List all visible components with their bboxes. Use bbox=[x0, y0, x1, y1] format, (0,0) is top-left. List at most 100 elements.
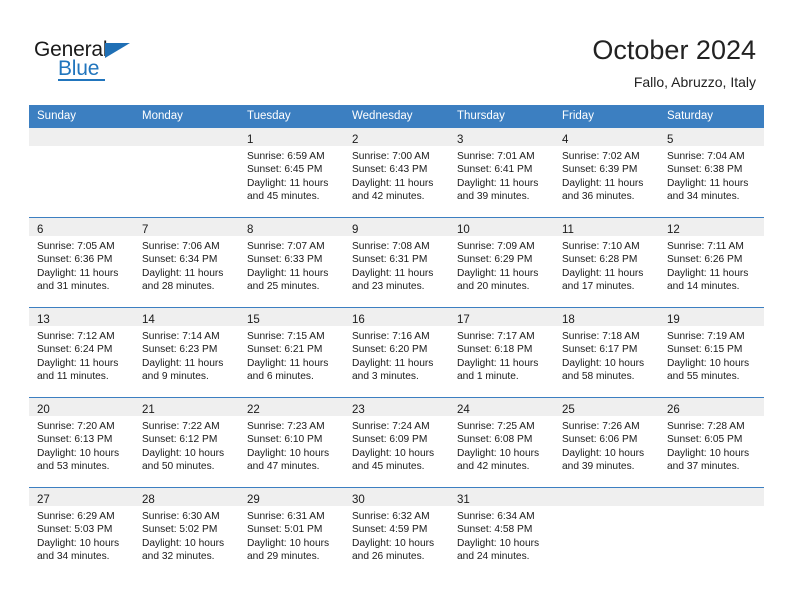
calendar-day-cell[interactable]: 28 Sunrise: 6:30 AM Sunset: 5:02 PM Dayligh… bbox=[134, 487, 239, 577]
day-number-band: 1 bbox=[239, 128, 344, 146]
calendar-day-cell[interactable]: 15 Sunrise: 7:15 AM Sunset: 6:21 PM Dayligh… bbox=[239, 307, 344, 398]
calendar-day-cell[interactable]: 8 Sunrise: 7:07 AM Sunset: 6:33 PM Daylight… bbox=[239, 217, 344, 308]
daylight-duration: Daylight: 11 hours and 11 minutes. bbox=[37, 357, 119, 383]
calendar-day-cell[interactable]: 2 Sunrise: 7:00 AM Sunset: 6:43 PM Daylight… bbox=[344, 128, 449, 218]
sunset-time: Sunset: 6:21 PM bbox=[247, 344, 323, 356]
calendar-day-cell[interactable]: 24 Sunrise: 7:25 AM Sunset: 6:08 PM Dayligh… bbox=[449, 397, 554, 488]
calendar-day-cell[interactable]: 1 Sunrise: 6:59 AM Sunset: 6:45 PM Daylight… bbox=[239, 128, 344, 218]
weekday-header-monday: Monday bbox=[134, 105, 239, 128]
day-sun-details: Sunrise: 7:05 AM Sunset: 6:36 PM Daylight:… bbox=[29, 236, 134, 294]
day-number: 2 bbox=[352, 134, 359, 146]
calendar-day-cell[interactable]: 30 Sunrise: 6:32 AM Sunset: 4:59 PM Dayligh… bbox=[344, 487, 449, 577]
calendar-day-cell[interactable]: 27 Sunrise: 6:29 AM Sunset: 5:03 PM Dayligh… bbox=[29, 487, 134, 577]
day-cell-inner: 31 Sunrise: 6:34 AM Sunset: 4:58 PM Dayligh… bbox=[449, 488, 554, 577]
calendar-day-cell[interactable]: 13 Sunrise: 7:12 AM Sunset: 6:24 PM Dayligh… bbox=[29, 307, 134, 398]
day-number-band: 6 bbox=[29, 218, 134, 236]
calendar-day-cell[interactable]: 23 Sunrise: 7:24 AM Sunset: 6:09 PM Dayligh… bbox=[344, 397, 449, 488]
calendar-day-cell[interactable]: 22 Sunrise: 7:23 AM Sunset: 6:10 PM Dayligh… bbox=[239, 397, 344, 488]
sunset-time: Sunset: 6:09 PM bbox=[352, 434, 428, 446]
calendar-day-cell[interactable]: 29 Sunrise: 6:31 AM Sunset: 5:01 PM Dayligh… bbox=[239, 487, 344, 577]
weekday-header-wednesday: Wednesday bbox=[344, 105, 449, 128]
sunset-time: Sunset: 6:38 PM bbox=[667, 164, 743, 176]
calendar-day-cell[interactable]: 21 Sunrise: 7:22 AM Sunset: 6:12 PM Dayligh… bbox=[134, 397, 239, 488]
sunrise-time: Sunrise: 7:26 AM bbox=[562, 421, 640, 432]
general-blue-logo[interactable]: General Blue bbox=[34, 38, 164, 88]
day-number-band bbox=[554, 488, 659, 506]
day-number-band: 18 bbox=[554, 308, 659, 326]
sunset-time: Sunset: 6:41 PM bbox=[457, 164, 533, 176]
day-cell-inner bbox=[29, 128, 134, 217]
sunrise-time: Sunrise: 7:01 AM bbox=[457, 151, 535, 162]
day-sun-details: Sunrise: 7:18 AM Sunset: 6:17 PM Daylight:… bbox=[554, 326, 659, 384]
day-number: 17 bbox=[457, 314, 470, 326]
weekday-header-row: Sunday Monday Tuesday Wednesday Thursday… bbox=[29, 105, 764, 128]
calendar-day-cell[interactable]: 18 Sunrise: 7:18 AM Sunset: 6:17 PM Dayligh… bbox=[554, 307, 659, 398]
day-cell-inner: 22 Sunrise: 7:23 AM Sunset: 6:10 PM Dayligh… bbox=[239, 398, 344, 487]
sunrise-time: Sunrise: 7:14 AM bbox=[142, 331, 220, 342]
day-sun-details: Sunrise: 6:29 AM Sunset: 5:03 PM Daylight:… bbox=[29, 506, 134, 564]
day-sun-details: Sunrise: 7:26 AM Sunset: 6:06 PM Daylight:… bbox=[554, 416, 659, 474]
day-number-band: 5 bbox=[659, 128, 764, 146]
day-cell-inner: 4 Sunrise: 7:02 AM Sunset: 6:39 PM Daylight… bbox=[554, 128, 659, 217]
day-number-band: 4 bbox=[554, 128, 659, 146]
day-sun-details: Sunrise: 7:25 AM Sunset: 6:08 PM Daylight:… bbox=[449, 416, 554, 474]
calendar-day-cell[interactable]: 17 Sunrise: 7:17 AM Sunset: 6:18 PM Dayligh… bbox=[449, 307, 554, 398]
sunset-time: Sunset: 4:59 PM bbox=[352, 524, 428, 536]
day-cell-inner: 16 Sunrise: 7:16 AM Sunset: 6:20 PM Dayligh… bbox=[344, 308, 449, 397]
page-subtitle-location: Fallo, Abruzzo, Italy bbox=[633, 74, 756, 90]
sunrise-time: Sunrise: 7:05 AM bbox=[37, 241, 115, 252]
daylight-duration: Daylight: 11 hours and 34 minutes. bbox=[667, 177, 749, 203]
day-number-band bbox=[29, 128, 134, 146]
calendar-day-cell-empty bbox=[554, 487, 659, 577]
page-title: October 2024 bbox=[592, 35, 756, 65]
calendar-day-cell[interactable]: 12 Sunrise: 7:11 AM Sunset: 6:26 PM Dayligh… bbox=[659, 217, 764, 308]
day-number: 3 bbox=[457, 134, 464, 146]
daylight-duration: Daylight: 10 hours and 55 minutes. bbox=[667, 357, 750, 383]
calendar-day-cell[interactable]: 26 Sunrise: 7:28 AM Sunset: 6:05 PM Dayligh… bbox=[659, 397, 764, 488]
day-number: 29 bbox=[247, 494, 260, 506]
day-sun-details: Sunrise: 7:10 AM Sunset: 6:28 PM Daylight:… bbox=[554, 236, 659, 294]
daylight-duration: Daylight: 11 hours and 1 minute. bbox=[457, 357, 539, 383]
calendar-day-cell[interactable]: 4 Sunrise: 7:02 AM Sunset: 6:39 PM Daylight… bbox=[554, 128, 659, 218]
calendar-day-cell[interactable]: 3 Sunrise: 7:01 AM Sunset: 6:41 PM Daylight… bbox=[449, 128, 554, 218]
sunrise-time: Sunrise: 7:17 AM bbox=[457, 331, 535, 342]
sunrise-time: Sunrise: 7:15 AM bbox=[247, 331, 325, 342]
day-number-band: 12 bbox=[659, 218, 764, 236]
day-sun-details: Sunrise: 6:31 AM Sunset: 5:01 PM Daylight:… bbox=[239, 506, 344, 564]
calendar-day-cell[interactable]: 20 Sunrise: 7:20 AM Sunset: 6:13 PM Dayligh… bbox=[29, 397, 134, 488]
day-cell-inner: 3 Sunrise: 7:01 AM Sunset: 6:41 PM Daylight… bbox=[449, 128, 554, 217]
day-cell-inner: 2 Sunrise: 7:00 AM Sunset: 6:43 PM Daylight… bbox=[344, 128, 449, 217]
day-number-band: 25 bbox=[554, 398, 659, 416]
sunrise-time: Sunrise: 7:06 AM bbox=[142, 241, 220, 252]
calendar-day-cell[interactable]: 6 Sunrise: 7:05 AM Sunset: 6:36 PM Daylight… bbox=[29, 217, 134, 308]
title-block: October 2024 Fallo, Abruzzo, Italy bbox=[592, 34, 756, 92]
calendar-day-cell[interactable]: 7 Sunrise: 7:06 AM Sunset: 6:34 PM Daylight… bbox=[134, 217, 239, 308]
day-number: 4 bbox=[562, 134, 569, 146]
daylight-duration: Daylight: 11 hours and 14 minutes. bbox=[667, 267, 749, 293]
calendar-day-cell[interactable]: 25 Sunrise: 7:26 AM Sunset: 6:06 PM Dayligh… bbox=[554, 397, 659, 488]
calendar-day-cell[interactable]: 16 Sunrise: 7:16 AM Sunset: 6:20 PM Dayligh… bbox=[344, 307, 449, 398]
calendar-day-cell[interactable]: 14 Sunrise: 7:14 AM Sunset: 6:23 PM Dayligh… bbox=[134, 307, 239, 398]
daylight-duration: Daylight: 10 hours and 29 minutes. bbox=[247, 537, 330, 563]
calendar-day-cell[interactable]: 9 Sunrise: 7:08 AM Sunset: 6:31 PM Daylight… bbox=[344, 217, 449, 308]
daylight-duration: Daylight: 11 hours and 9 minutes. bbox=[142, 357, 224, 383]
day-number: 16 bbox=[352, 314, 365, 326]
day-number: 24 bbox=[457, 404, 470, 416]
calendar-day-cell[interactable]: 19 Sunrise: 7:19 AM Sunset: 6:15 PM Dayligh… bbox=[659, 307, 764, 398]
sunset-time: Sunset: 6:08 PM bbox=[457, 434, 533, 446]
weekday-header-tuesday: Tuesday bbox=[239, 105, 344, 128]
daylight-duration: Daylight: 10 hours and 53 minutes. bbox=[37, 447, 120, 473]
sunset-time: Sunset: 6:23 PM bbox=[142, 344, 218, 356]
day-cell-inner: 30 Sunrise: 6:32 AM Sunset: 4:59 PM Dayligh… bbox=[344, 488, 449, 577]
calendar-day-cell[interactable]: 10 Sunrise: 7:09 AM Sunset: 6:29 PM Dayligh… bbox=[449, 217, 554, 308]
sunset-time: Sunset: 6:17 PM bbox=[562, 344, 638, 356]
sunset-time: Sunset: 6:45 PM bbox=[247, 164, 323, 176]
calendar-day-cell[interactable]: 31 Sunrise: 6:34 AM Sunset: 4:58 PM Dayligh… bbox=[449, 487, 554, 577]
calendar-day-cell[interactable]: 11 Sunrise: 7:10 AM Sunset: 6:28 PM Dayligh… bbox=[554, 217, 659, 308]
day-sun-details: Sunrise: 7:01 AM Sunset: 6:41 PM Daylight:… bbox=[449, 146, 554, 204]
calendar-day-cell[interactable]: 5 Sunrise: 7:04 AM Sunset: 6:38 PM Daylight… bbox=[659, 128, 764, 218]
daylight-duration: Daylight: 10 hours and 37 minutes. bbox=[667, 447, 750, 473]
sunrise-time: Sunrise: 7:08 AM bbox=[352, 241, 430, 252]
calendar-day-cell-empty bbox=[134, 128, 239, 218]
day-number: 19 bbox=[667, 314, 680, 326]
